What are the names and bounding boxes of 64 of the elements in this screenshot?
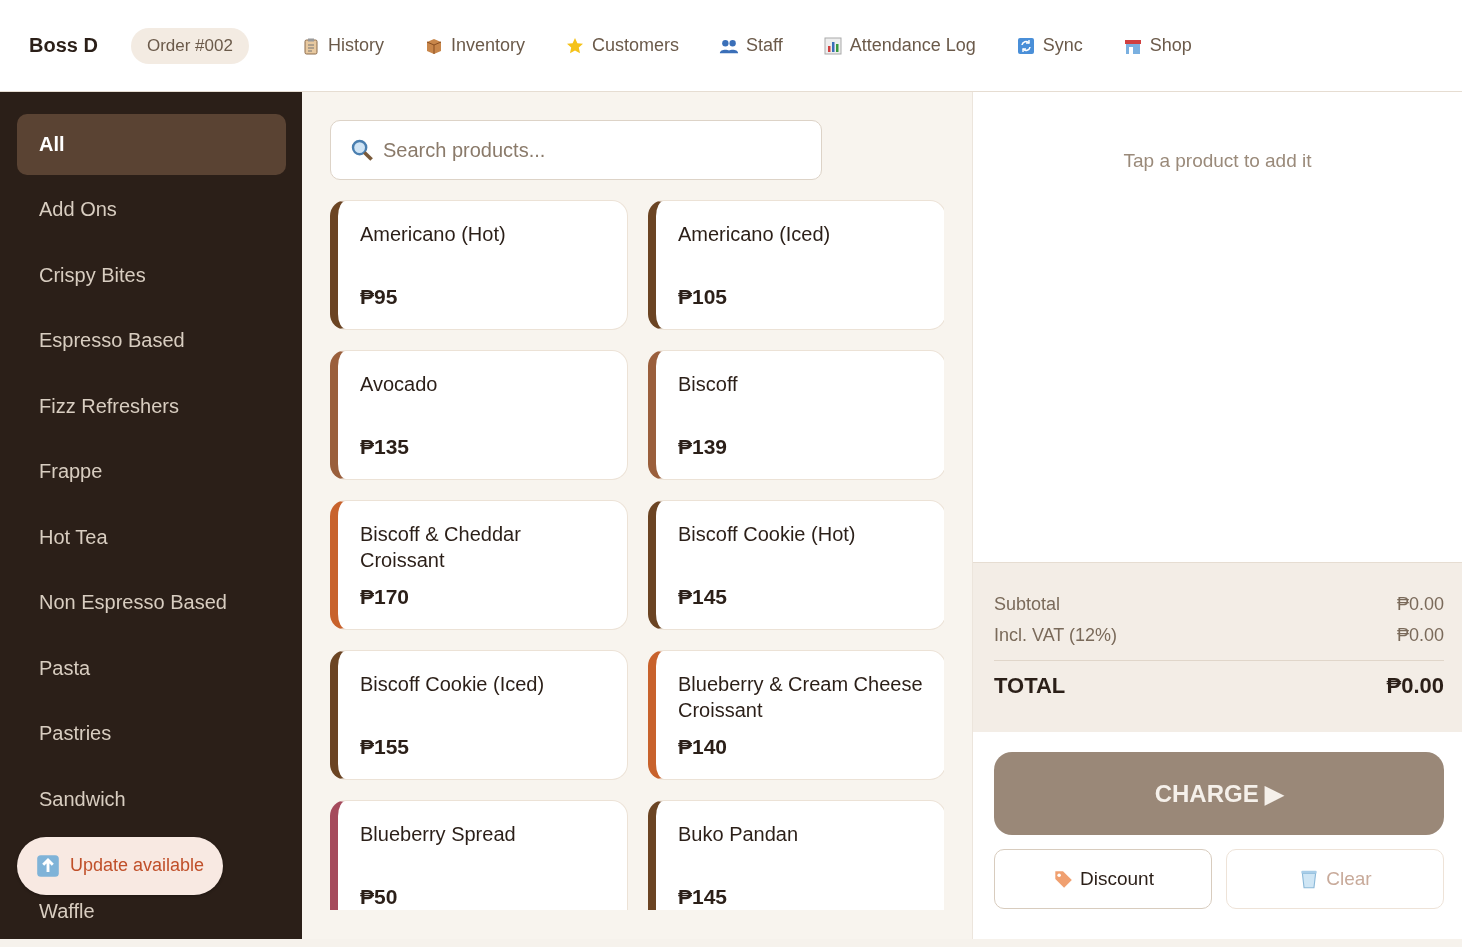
product-name: Avocado <box>360 372 439 397</box>
product-name: Blueberry Spread <box>360 822 517 847</box>
category-item[interactable]: Fizz Refreshers <box>17 376 286 437</box>
product-price: ₱145 <box>678 585 729 609</box>
product-name: Biscoff Cookie (Hot) <box>678 522 857 547</box>
search-icon <box>350 138 374 162</box>
nav-link[interactable]: Staff <box>719 35 783 56</box>
product-name: Biscoff <box>678 372 739 397</box>
update-toast[interactable]: Update available <box>17 836 224 895</box>
product-card[interactable]: Biscoff & Cheddar Croissant ₱170 <box>330 500 628 630</box>
product-card[interactable]: Americano (Hot) ₱95 <box>330 200 628 330</box>
category-item[interactable]: Pasta <box>17 638 286 699</box>
nav-link[interactable]: Customers <box>564 35 679 56</box>
product-price: ₱139 <box>678 435 729 459</box>
nav-link[interactable]: Sync <box>1015 35 1083 56</box>
product-price: ₱50 <box>360 885 399 909</box>
product-name: Americano (Iced) <box>678 222 832 247</box>
nav-link[interactable]: Attendance Log <box>822 35 976 56</box>
product-name: Blueberry & Cream Cheese Croissant <box>678 672 924 723</box>
product-price: ₱95 <box>360 285 399 309</box>
product-card[interactable]: Blueberry & Cream Cheese Croissant ₱140 <box>648 650 944 780</box>
discount-button[interactable]: Discount <box>994 849 1212 909</box>
empty-cart-hint: Tap a product to add it <box>1123 150 1312 173</box>
category-item[interactable]: All <box>17 114 286 175</box>
category-item[interactable]: Crispy Bites <box>17 245 286 306</box>
product-price: ₱135 <box>360 435 411 459</box>
product-card[interactable]: Blueberry Spread ₱50 <box>330 800 628 910</box>
product-card[interactable]: Americano (Iced) ₱105 <box>648 200 944 330</box>
vat-value: ₱0.00 <box>1396 625 1444 646</box>
product-card[interactable]: Avocado ₱135 <box>330 350 628 480</box>
product-price: ₱155 <box>360 735 411 759</box>
category-item[interactable]: Frappe <box>17 441 286 502</box>
product-name: Biscoff & Cheddar Croissant <box>360 522 522 573</box>
order-number: Order #002 <box>130 27 249 64</box>
vat-label: Incl. VAT (12%) <box>994 625 1118 646</box>
subtotal-value: ₱0.00 <box>1396 594 1444 615</box>
product-name: Biscoff Cookie (Iced) <box>360 672 546 697</box>
category-item[interactable]: Pastries <box>17 703 286 764</box>
product-price: ₱140 <box>678 735 729 759</box>
total-label: TOTAL <box>994 673 1066 699</box>
product-name: Americano (Hot) <box>360 222 507 247</box>
category-item[interactable]: Waffle <box>17 899 286 926</box>
sync-icon <box>1015 36 1036 55</box>
product-price: ₱145 <box>678 885 729 909</box>
category-item[interactable]: Espresso Based <box>17 310 286 371</box>
category-item[interactable]: Add Ons <box>17 179 286 240</box>
nav-link[interactable]: History <box>300 35 384 56</box>
bar-chart-icon <box>822 36 843 55</box>
brand-name: Boss D <box>29 34 98 57</box>
product-price: ₱105 <box>678 285 729 309</box>
product-card[interactable]: Biscoff ₱139 <box>648 350 944 480</box>
product-card[interactable]: Biscoff Cookie (Hot) ₱145 <box>648 500 944 630</box>
product-card[interactable]: Biscoff Cookie (Iced) ₱155 <box>330 650 628 780</box>
search-field[interactable]: Search products... <box>330 120 822 180</box>
category-item[interactable]: Sandwich <box>17 769 286 830</box>
product-price: ₱170 <box>360 585 411 609</box>
subtotal-label: Subtotal <box>994 594 1061 615</box>
nav-link[interactable]: Shop <box>1122 35 1192 56</box>
product-card[interactable]: Buko Pandan ₱145 <box>648 800 944 910</box>
total-value: ₱0.00 <box>1386 673 1444 699</box>
category-item[interactable]: Non Espresso Based <box>17 572 286 633</box>
product-name: Buko Pandan <box>678 822 800 847</box>
nav-link[interactable]: Inventory <box>423 35 525 56</box>
category-item[interactable]: Hot Tea <box>17 507 286 568</box>
